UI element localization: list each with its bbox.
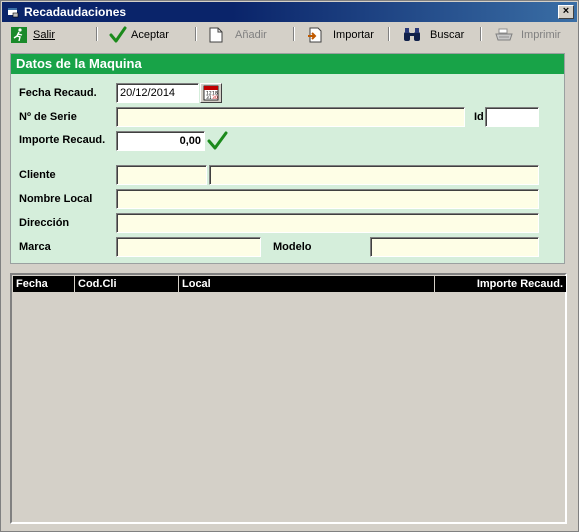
salir-button[interactable]: Salir (11, 25, 55, 45)
fecha-field[interactable]: 20/12/2014 (116, 83, 199, 103)
calendar-button[interactable]: 12 31 18 30 (200, 83, 222, 103)
direccion-label: Dirección (19, 217, 70, 229)
modelo-field[interactable] (370, 237, 539, 257)
grid-header: Fecha Cod.Cli Local Importe Recaud. (13, 276, 566, 292)
imprimir-button[interactable]: Imprimir (494, 25, 561, 45)
direccion-field[interactable] (116, 213, 539, 233)
marca-field[interactable] (116, 237, 261, 257)
anadir-label: Añadir (235, 29, 267, 41)
cliente-code-field[interactable] (116, 165, 207, 185)
aceptar-button[interactable]: Aceptar (109, 25, 169, 45)
datos-maquina-panel: Datos de la Maquina Fecha Recaud. 20/12/… (10, 53, 565, 264)
salir-label: Salir (33, 29, 56, 41)
nombre-local-field[interactable] (116, 189, 539, 209)
toolbar-separator (96, 27, 98, 41)
importar-button[interactable]: Importar (307, 25, 374, 45)
marca-label: Marca (19, 241, 51, 253)
confirm-importe-button[interactable] (206, 130, 228, 152)
nombre-local-label: Nombre Local (19, 193, 93, 205)
toolbar-separator (388, 27, 390, 41)
recaudaciones-grid[interactable]: Fecha Cod.Cli Local Importe Recaud. (10, 273, 567, 524)
importe-label: Importe Recaud. (19, 134, 106, 146)
cliente-name-field[interactable] (209, 165, 539, 185)
new-document-icon (209, 27, 223, 43)
fecha-label: Fecha Recaud. (19, 87, 97, 99)
column-header-cod-cli[interactable]: Cod.Cli (75, 276, 179, 292)
aceptar-label: Aceptar (131, 29, 169, 41)
printer-icon (495, 28, 513, 41)
calendar-icon: 12 31 18 30 (203, 85, 219, 101)
app-icon (8, 8, 19, 18)
recaudaciones-window: Recadaudaciones × Salir Aceptar Añadir I… (0, 0, 579, 532)
title-bar[interactable]: Recadaudaciones × (2, 2, 577, 22)
imprimir-label: Imprimir (521, 29, 561, 41)
close-button[interactable]: × (558, 5, 574, 19)
column-header-importe[interactable]: Importe Recaud. (435, 276, 566, 292)
column-header-local[interactable]: Local (179, 276, 435, 292)
svg-text:30: 30 (212, 95, 218, 101)
column-header-fecha[interactable]: Fecha (13, 276, 75, 292)
buscar-label: Buscar (430, 29, 465, 41)
toolbar-separator (293, 27, 295, 41)
anadir-button[interactable]: Añadir (209, 25, 267, 45)
import-icon (308, 27, 322, 43)
id-field[interactable] (485, 107, 539, 127)
toolbar: Salir Aceptar Añadir Importar Buscar Imp… (3, 23, 577, 47)
panel-title: Datos de la Maquina (11, 54, 564, 74)
modelo-label: Modelo (273, 241, 312, 253)
toolbar-separator (195, 27, 197, 41)
cliente-label: Cliente (19, 169, 56, 181)
buscar-button[interactable]: Buscar (403, 25, 464, 45)
serie-field[interactable] (116, 107, 465, 127)
exit-icon (11, 27, 27, 43)
binoculars-icon (404, 28, 420, 41)
checkmark-icon (109, 26, 127, 43)
toolbar-separator (480, 27, 482, 41)
importe-field[interactable]: 0,00 (116, 131, 205, 151)
id-label: Id (474, 111, 484, 123)
svg-text:31: 31 (206, 95, 212, 101)
importar-label: Importar (333, 29, 374, 41)
checkmark-icon (207, 131, 228, 150)
serie-label: Nº de Serie (19, 111, 77, 123)
window-title: Recadaudaciones (24, 5, 127, 19)
